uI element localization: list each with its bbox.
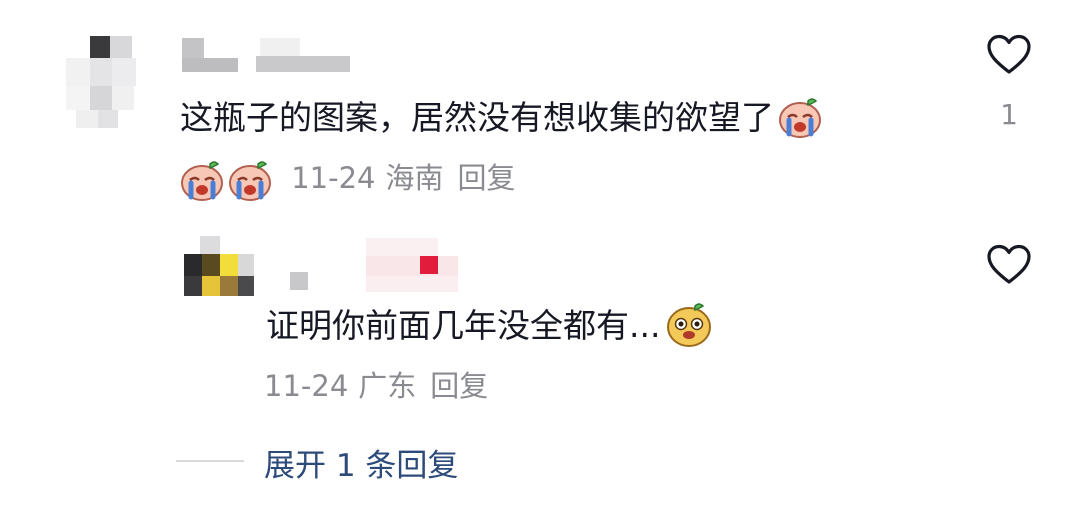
crying-face-emoji: [779, 97, 821, 138]
crying-face-emoji: [181, 161, 223, 201]
heart-outline-icon[interactable]: [986, 244, 1032, 286]
reply-location: 广东: [358, 369, 417, 403]
reply-date: 11-24: [264, 369, 349, 403]
comment-meta: 11-24 海南 回复: [178, 158, 516, 202]
reply-button[interactable]: 回复: [430, 369, 488, 403]
reply-meta: 11-24 广东 回复: [264, 368, 488, 404]
heart-outline-icon[interactable]: [986, 34, 1032, 76]
avatar[interactable]: [52, 34, 148, 130]
avatar[interactable]: [180, 236, 256, 300]
username-blurred[interactable]: [182, 38, 352, 74]
reply-button[interactable]: 回复: [458, 161, 516, 195]
username-blurred[interactable]: [290, 238, 460, 294]
comment-location: 海南: [385, 161, 444, 195]
reply-text: 证明你前面几年没全都有...: [266, 302, 714, 348]
meerkat-face-emoji: [667, 302, 712, 347]
divider: [176, 460, 244, 462]
crying-face-emoji: [229, 161, 271, 201]
comment-date: 11-24: [291, 161, 376, 195]
expand-replies-button[interactable]: 展开 1 条回复: [264, 440, 458, 485]
like-count: 1: [1000, 98, 1018, 131]
comment-text: 这瓶子的图案，居然没有想收集的欲望了: [180, 97, 824, 139]
